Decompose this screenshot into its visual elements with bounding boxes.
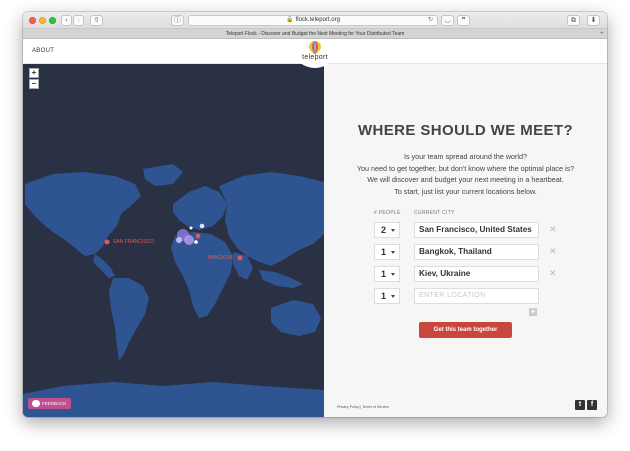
people-count-select[interactable]: 1 bbox=[374, 244, 400, 260]
australia-shape bbox=[271, 300, 321, 336]
facebook-icon[interactable]: f bbox=[587, 400, 597, 410]
intro-line-1: Is your team spread around the world? bbox=[403, 152, 528, 161]
intro-line-3: We will discover and budget your next me… bbox=[367, 175, 564, 184]
central-america-shape bbox=[93, 254, 115, 278]
remove-location-icon[interactable]: ✕ bbox=[549, 268, 557, 279]
cluster-blob-2 bbox=[184, 235, 194, 245]
people-count-value: 1 bbox=[381, 291, 387, 301]
city-input[interactable]: Bangkok, Thailand bbox=[414, 244, 539, 260]
people-count-select[interactable]: 1 bbox=[374, 266, 400, 282]
cluster-dot-2 bbox=[194, 240, 198, 244]
sf-marker bbox=[104, 239, 110, 245]
footer-links[interactable]: Privacy Policy | Terms of Service bbox=[337, 405, 389, 409]
kiev-marker bbox=[195, 233, 201, 239]
tab-title[interactable]: Teleport Flock - Discover and Budget the… bbox=[226, 31, 405, 37]
tabs-icon: ⧉ bbox=[571, 17, 576, 24]
page-title: WHERE SHOULD WE MEET? bbox=[357, 122, 574, 139]
bangkok-marker bbox=[237, 255, 243, 261]
feedback-button[interactable]: FEEDBACK bbox=[28, 398, 71, 409]
share-button[interactable]: ⇧ bbox=[90, 15, 103, 26]
intro-line-2: You need to get together, but don't know… bbox=[356, 163, 575, 173]
africa-shape bbox=[171, 232, 233, 318]
twitter-icon[interactable]: t bbox=[575, 400, 585, 410]
asia-shape bbox=[219, 172, 324, 266]
tab-bar: Teleport Flock - Discover and Budget the… bbox=[23, 29, 607, 39]
new-tab-icon[interactable]: + bbox=[600, 29, 604, 39]
browser-window: ‹ › ⇧ ⓘ 🔒 flock.teleport.org ↻ ◡ ❞ ⧉ ⬇ Te… bbox=[23, 12, 607, 417]
back-button[interactable]: ‹ bbox=[61, 15, 72, 26]
people-count-value: 2 bbox=[381, 225, 387, 235]
pocket-icon: ◡ bbox=[444, 17, 451, 24]
world-map[interactable]: + − SAN FRANCISCO BANGKOK FEEDBACK bbox=[23, 64, 324, 417]
balloon-icon bbox=[309, 41, 321, 55]
people-count-select[interactable]: 2 bbox=[374, 222, 400, 238]
cluster-blob-3 bbox=[176, 237, 182, 243]
extension-button[interactable]: ❞ bbox=[457, 15, 470, 26]
cluster-dot-3 bbox=[189, 226, 193, 230]
cluster-dot-1 bbox=[199, 223, 205, 229]
feedback-label: FEEDBACK bbox=[42, 401, 67, 406]
intro-text: Is your team spread around the world? Yo… bbox=[324, 151, 607, 197]
reload-icon[interactable]: ↻ bbox=[428, 16, 433, 25]
caret-down-icon bbox=[391, 295, 395, 298]
url-text: flock.teleport.org bbox=[295, 17, 340, 23]
tabs-overview-button[interactable]: ⧉ bbox=[567, 15, 580, 26]
add-location-button[interactable]: + bbox=[529, 308, 537, 316]
greenland-shape bbox=[143, 164, 183, 186]
map-label-bangkok: BANGKOK bbox=[208, 255, 233, 261]
info-button[interactable]: ⓘ bbox=[171, 15, 184, 26]
city-input[interactable]: Kiev, Ukraine bbox=[414, 266, 539, 282]
caret-down-icon bbox=[391, 251, 395, 254]
zoom-in-button[interactable]: + bbox=[29, 68, 39, 78]
chat-bubble-icon bbox=[32, 400, 40, 407]
map-label-sf: SAN FRANCISCO bbox=[113, 239, 155, 245]
people-column-header: # PEOPLE bbox=[374, 210, 401, 216]
forward-button[interactable]: › bbox=[73, 15, 84, 26]
browser-toolbar: ‹ › ⇧ ⓘ 🔒 flock.teleport.org ↻ ◡ ❞ ⧉ ⬇ bbox=[23, 12, 607, 29]
info-icon: ⓘ bbox=[174, 17, 181, 24]
address-bar[interactable]: 🔒 flock.teleport.org ↻ bbox=[188, 15, 438, 26]
intro-line-4: To start, just list your current locatio… bbox=[394, 186, 537, 196]
downloads-button[interactable]: ⬇ bbox=[587, 15, 600, 26]
caret-down-icon bbox=[391, 273, 395, 276]
download-icon: ⬇ bbox=[590, 17, 597, 24]
minimize-window-button[interactable] bbox=[39, 17, 46, 24]
people-count-value: 1 bbox=[381, 269, 387, 279]
south-america-shape bbox=[109, 278, 149, 360]
map-canvas bbox=[23, 164, 324, 417]
remove-location-icon[interactable]: ✕ bbox=[549, 224, 557, 235]
enter-location-input[interactable]: ENTER LOCATION bbox=[414, 288, 539, 304]
pocket-button[interactable]: ◡ bbox=[441, 15, 454, 26]
landmass-group bbox=[23, 164, 324, 417]
chevron-right-icon: › bbox=[77, 17, 80, 24]
people-count-select[interactable]: 1 bbox=[374, 288, 400, 304]
remove-location-icon[interactable]: ✕ bbox=[549, 246, 557, 257]
get-team-together-button[interactable]: Get this team together bbox=[419, 322, 512, 338]
about-link[interactable]: ABOUT bbox=[32, 48, 54, 54]
zoom-out-button[interactable]: − bbox=[29, 79, 39, 89]
maximize-window-button[interactable] bbox=[49, 17, 56, 24]
city-input[interactable]: San Francisco, United States bbox=[414, 222, 539, 238]
logo-text: teleport bbox=[302, 54, 328, 61]
share-icon: ⇧ bbox=[93, 17, 100, 24]
europe-shape bbox=[173, 186, 227, 230]
lock-icon: 🔒 bbox=[286, 17, 294, 23]
city-column-header: CURRENT CITY bbox=[414, 210, 455, 216]
close-window-button[interactable] bbox=[29, 17, 36, 24]
quote-icon: ❞ bbox=[461, 17, 466, 24]
people-count-value: 1 bbox=[381, 247, 387, 257]
planner-panel: WHERE SHOULD WE MEET? Is your team sprea… bbox=[324, 64, 607, 417]
chevron-left-icon: ‹ bbox=[65, 17, 68, 24]
caret-down-icon bbox=[391, 229, 395, 232]
southeast-asia-shape bbox=[259, 270, 303, 288]
